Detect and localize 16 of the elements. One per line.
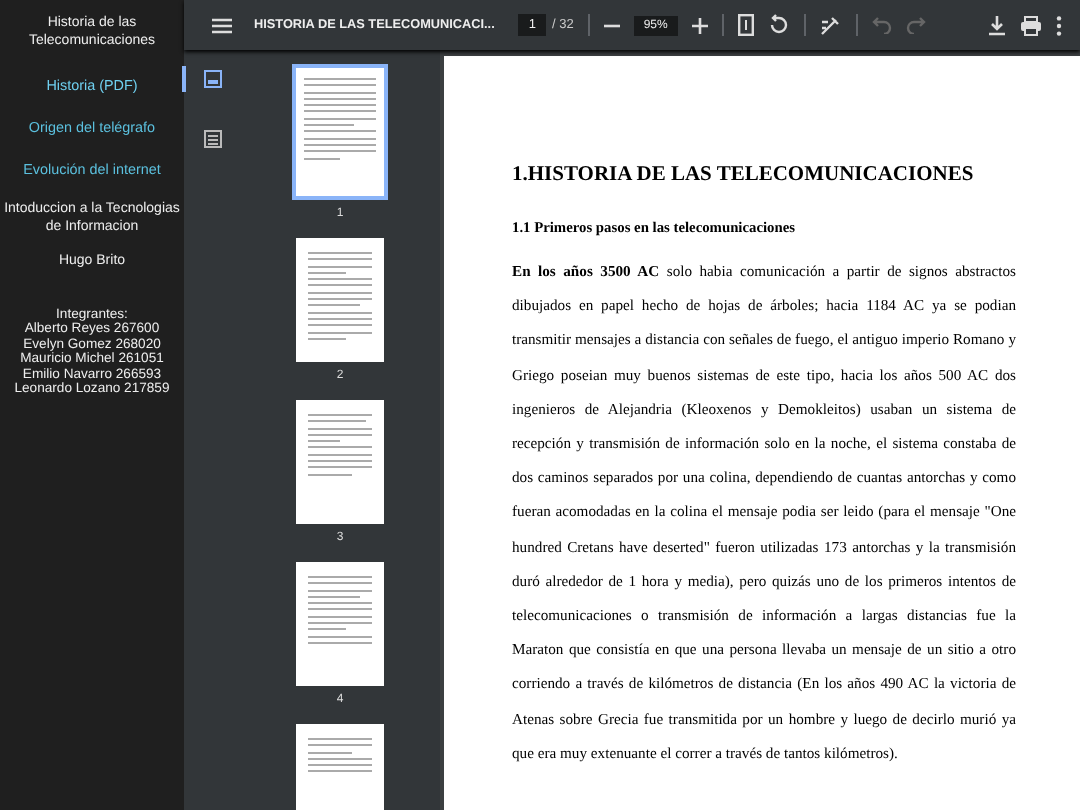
page-thumbnail[interactable] [292,64,388,200]
page-thumbnail[interactable] [296,400,384,524]
print-icon[interactable] [1020,15,1042,35]
more-options-icon[interactable] [1056,15,1062,35]
page-heading: 1.HISTORIA DE LAS TELECOMUNICACIONES [512,164,976,186]
thumbnails-icon [203,70,221,88]
download-icon[interactable] [988,15,1006,35]
outline-icon [203,130,221,148]
page-thumbnail[interactable] [296,562,384,686]
zoom-in-icon[interactable] [691,17,708,33]
thumbnails-tab[interactable] [182,66,226,92]
page-thumbnail[interactable] [296,238,384,362]
annotate-icon[interactable] [819,15,842,35]
fit-page-icon[interactable] [737,14,754,36]
menu-icon[interactable] [212,17,232,33]
rotate-icon[interactable] [767,14,790,36]
